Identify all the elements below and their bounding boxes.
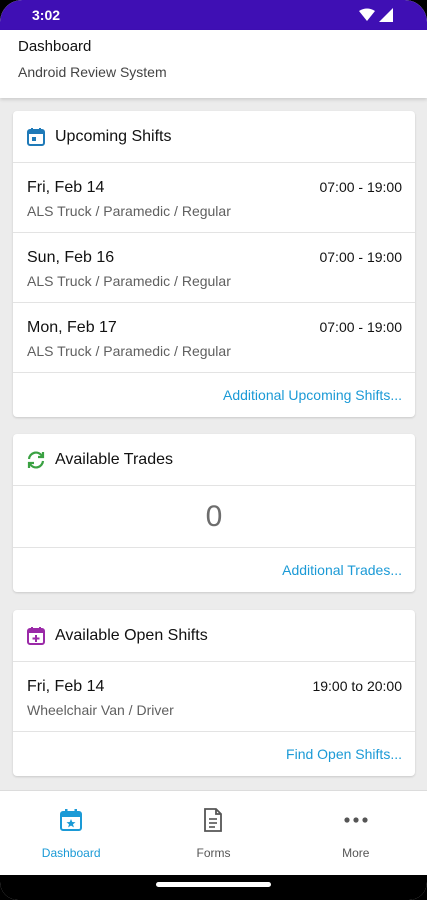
shift-date: Sun, Feb 16 — [27, 249, 115, 266]
shift-date: Fri, Feb 14 — [27, 179, 105, 196]
shift-date: Fri, Feb 14 — [27, 678, 105, 695]
trades-count: 0 — [13, 486, 415, 548]
open-shifts-title: Available Open Shifts — [55, 626, 208, 644]
refresh-icon — [25, 449, 47, 471]
page-title: Dashboard — [18, 38, 92, 55]
app-screen: 3:02 Dashboard Android Review System Upc… — [0, 0, 427, 900]
calendar-icon — [25, 126, 47, 148]
gesture-area — [0, 875, 427, 900]
additional-trades-link[interactable]: Additional Trades... — [13, 548, 415, 592]
nav-label-more: More — [342, 846, 370, 860]
shift-detail: ALS Truck / Paramedic / Regular — [27, 273, 231, 289]
shift-row[interactable]: Mon, Feb 17 ALS Truck / Paramedic / Regu… — [13, 303, 415, 373]
shift-time: 07:00 - 19:00 — [319, 249, 402, 265]
available-trades-card: Available Trades 0 Additional Trades... — [13, 434, 415, 592]
additional-upcoming-shifts-link[interactable]: Additional Upcoming Shifts... — [13, 373, 415, 417]
home-gesture-bar[interactable] — [156, 882, 271, 887]
upcoming-shifts-card: Upcoming Shifts Fri, Feb 14 ALS Truck / … — [13, 111, 415, 417]
shift-row[interactable]: Fri, Feb 14 ALS Truck / Paramedic / Regu… — [13, 163, 415, 233]
shift-detail: ALS Truck / Paramedic / Regular — [27, 343, 231, 359]
shift-time: 07:00 - 19:00 — [319, 179, 402, 195]
open-shifts-header: Available Open Shifts — [13, 610, 415, 662]
calendar-star-icon — [56, 805, 86, 835]
nav-label-dashboard: Dashboard — [41, 846, 101, 860]
shift-time: 19:00 to 20:00 — [312, 678, 402, 694]
status-bar: 3:02 — [0, 0, 427, 30]
app-header: Dashboard Android Review System — [0, 30, 427, 98]
bottom-navigation: Dashboard Forms More — [0, 790, 427, 875]
more-icon — [341, 805, 371, 835]
status-time: 3:02 — [32, 7, 61, 23]
find-open-shifts-link[interactable]: Find Open Shifts... — [13, 732, 415, 776]
upcoming-shifts-title: Upcoming Shifts — [55, 127, 172, 145]
upcoming-shifts-header: Upcoming Shifts — [13, 111, 415, 163]
nav-item-dashboard[interactable]: Dashboard — [0, 791, 142, 875]
shift-date: Mon, Feb 17 — [27, 319, 117, 336]
status-icons — [359, 8, 393, 22]
shift-detail: ALS Truck / Paramedic / Regular — [27, 203, 231, 219]
available-trades-title: Available Trades — [55, 450, 173, 468]
open-shifts-card: Available Open Shifts Fri, Feb 14 Wheelc… — [13, 610, 415, 776]
shift-detail: Wheelchair Van / Driver — [27, 702, 174, 718]
document-icon — [198, 805, 228, 835]
wifi-icon — [359, 8, 375, 21]
shift-row[interactable]: Sun, Feb 16 ALS Truck / Paramedic / Regu… — [13, 233, 415, 303]
nav-item-more[interactable]: More — [285, 791, 427, 875]
shift-time: 07:00 - 19:00 — [319, 319, 402, 335]
signal-icon — [379, 8, 393, 22]
nav-label-forms: Forms — [196, 846, 231, 860]
calendar-plus-icon — [25, 625, 47, 647]
page-subtitle: Android Review System — [18, 64, 167, 80]
open-shift-row[interactable]: Fri, Feb 14 Wheelchair Van / Driver 19:0… — [13, 662, 415, 732]
available-trades-header: Available Trades — [13, 434, 415, 486]
nav-item-forms[interactable]: Forms — [142, 791, 284, 875]
